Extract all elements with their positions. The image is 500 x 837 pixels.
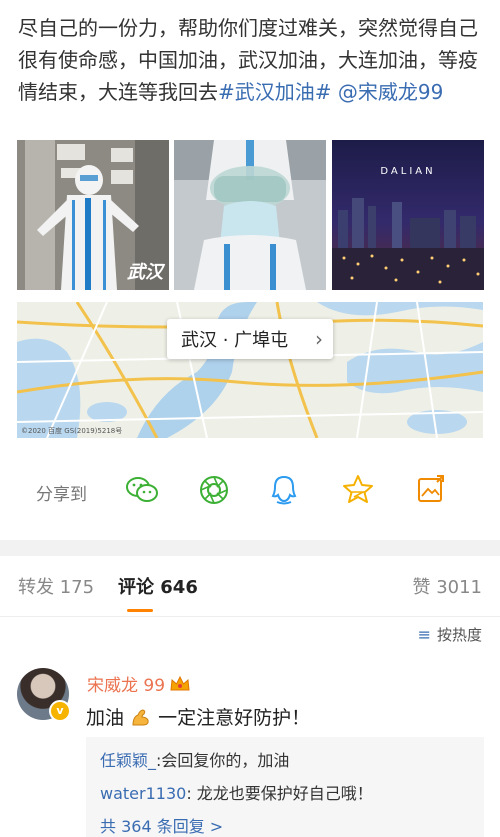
- tab-repost[interactable]: 转发 175: [18, 573, 94, 599]
- comment-author-name: 宋威龙 99: [87, 676, 166, 696]
- qq-icon[interactable]: [266, 472, 302, 508]
- location-label: 武汉 · 广埠屯: [181, 330, 289, 351]
- comment-text: 加油 一定注意好防护！: [86, 703, 310, 730]
- post-text: 尽自己的一份力，帮助你们度过难关，突然觉得自己很有使命感，中国加油，武汉加油，大…: [18, 12, 488, 108]
- moments-icon[interactable]: [196, 472, 232, 508]
- crown-icon: [170, 675, 190, 690]
- reply-text: : 龙龙也要保护好自己哦！: [186, 784, 373, 803]
- chevron-right-icon: ›: [315, 327, 323, 351]
- comment-text-end: 一定注意好防护！: [158, 707, 311, 729]
- avatar[interactable]: v: [17, 668, 71, 722]
- photo-2-illustration: [174, 140, 326, 290]
- photo-2[interactable]: [174, 140, 326, 290]
- verified-badge-icon: v: [49, 700, 71, 722]
- qzone-icon[interactable]: [340, 472, 376, 508]
- tab-comments[interactable]: 评论 646: [118, 573, 198, 599]
- reply-box[interactable]: 任颖颖_:会回复你的，加油 water1130: 龙龙也要保护好自己哦！ 共 3…: [86, 737, 484, 837]
- tab-likes[interactable]: 赞 3011: [412, 573, 482, 599]
- sort-label: 按热度: [436, 626, 482, 644]
- mention-link[interactable]: @宋威龙99: [338, 80, 443, 104]
- hashtag-link[interactable]: #武汉加油#: [218, 80, 332, 104]
- reply-text: :会回复你的，加油: [156, 751, 290, 770]
- comment-text-start: 加油: [86, 707, 125, 729]
- reply-author[interactable]: water1130: [100, 784, 186, 803]
- photo-grid: 武汉 DALIAN: [17, 140, 484, 290]
- muscle-emoji-icon: [132, 709, 149, 726]
- map-credit: ©2020 百度 GS(2019)5218号: [21, 427, 123, 435]
- photo-watermark: 武汉: [127, 262, 163, 283]
- save-image-icon[interactable]: [413, 472, 449, 508]
- sort-icon: ≡: [417, 625, 431, 644]
- sort-by-hot-button[interactable]: ≡ 按热度: [418, 624, 482, 645]
- reply-item: 任颖颖_:会回复你的，加油: [100, 747, 289, 771]
- photo-caption: DALIAN: [380, 166, 436, 177]
- active-tab-indicator: [127, 609, 153, 612]
- wechat-icon[interactable]: [124, 472, 160, 508]
- reply-item: water1130: 龙龙也要保护好自己哦！: [100, 780, 373, 804]
- photo-3[interactable]: DALIAN: [332, 140, 484, 290]
- photo-1[interactable]: 武汉: [17, 140, 169, 290]
- reply-author[interactable]: 任颖颖_: [100, 751, 156, 770]
- section-divider: [0, 540, 500, 556]
- comment-author[interactable]: 宋威龙 99: [87, 671, 191, 696]
- photo-3-illustration: [332, 198, 484, 290]
- location-pill[interactable]: 武汉 · 广埠屯 ›: [167, 319, 333, 359]
- share-label: 分享到: [36, 485, 87, 505]
- share-row: 分享到: [0, 466, 500, 514]
- location-map[interactable]: 武汉 · 广埠屯 › ©2020 百度 GS(2019)5218号: [17, 302, 483, 438]
- more-replies-link[interactable]: 共 364 条回复 >: [100, 813, 223, 837]
- interaction-tabs: 转发 175 评论 646 赞 3011: [0, 556, 500, 617]
